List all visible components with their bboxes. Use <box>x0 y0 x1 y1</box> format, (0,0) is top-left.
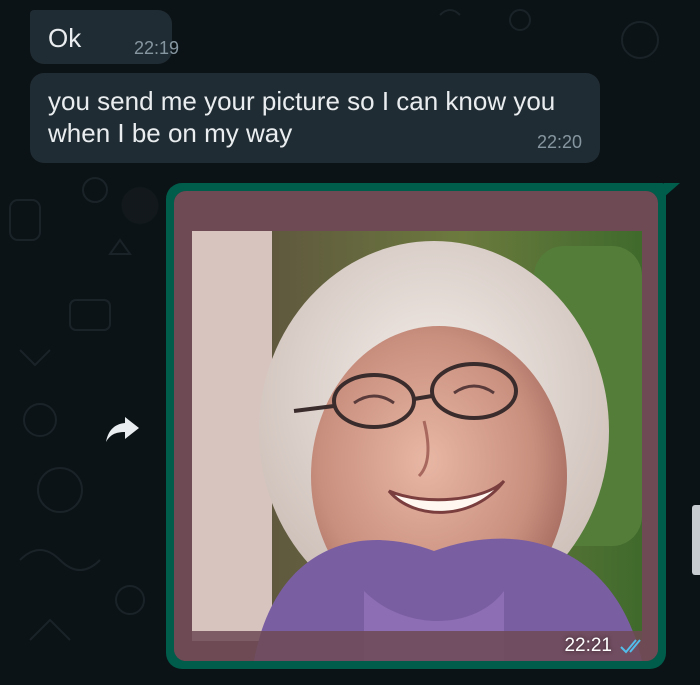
forward-arrow-icon <box>106 417 139 442</box>
message-text: you send me your picture so I can know y… <box>48 86 556 148</box>
message-time: 22:21 <box>564 635 612 656</box>
incoming-message-picture-request[interactable]: you send me your picture so I can know y… <box>30 73 600 163</box>
message-time: 22:19 <box>134 38 180 58</box>
message-text: Ok <box>48 23 82 53</box>
photo-meta: 22:21 <box>564 635 648 657</box>
double-check-icon <box>620 639 641 654</box>
outgoing-photo-message[interactable]: 22:21 <box>166 183 680 669</box>
photo-attachment[interactable] <box>174 191 658 661</box>
forward-button[interactable] <box>103 411 143 447</box>
bubble-tail <box>664 183 680 197</box>
message-time: 22:20 <box>536 132 582 152</box>
incoming-message-ok[interactable]: Ok 22:19 <box>30 10 179 64</box>
photo-image <box>174 191 658 661</box>
scrollbar-handle[interactable] <box>692 505 700 575</box>
